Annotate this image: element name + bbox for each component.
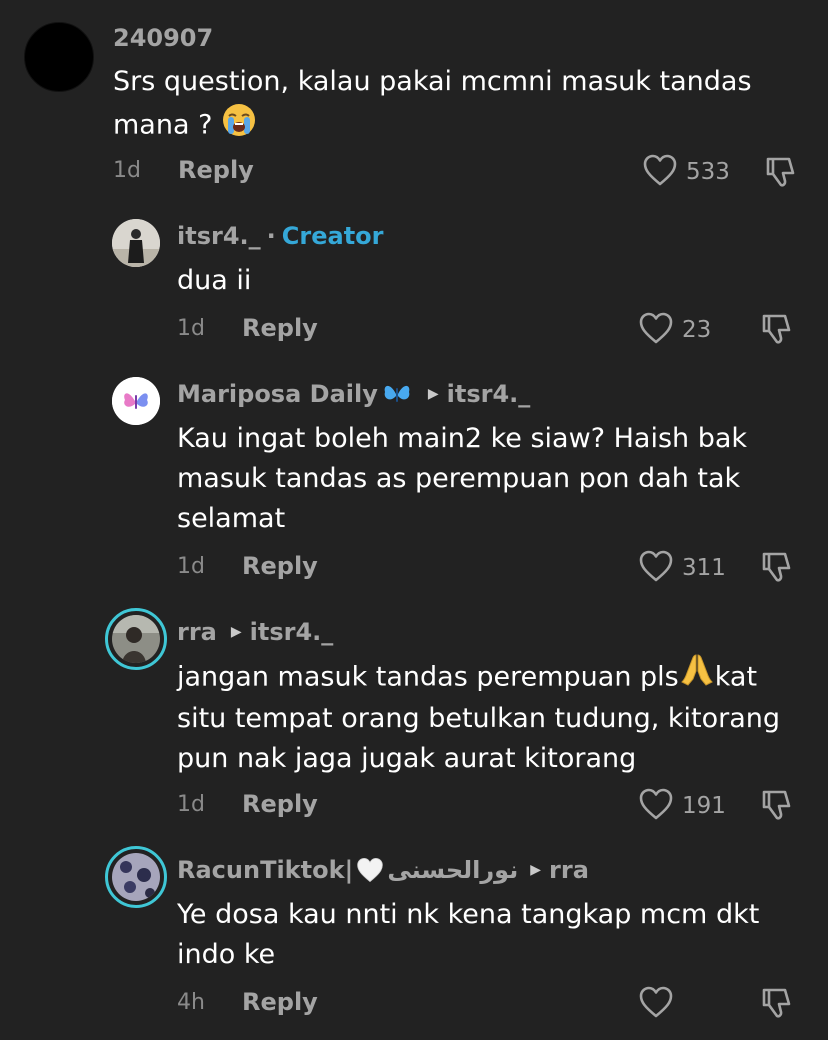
reply-arrow-icon: ▶ <box>530 862 542 878</box>
avatar-image <box>112 853 160 901</box>
reply-arrow-icon: ▶ <box>427 386 439 402</box>
reply-button[interactable]: Reply <box>242 552 318 580</box>
comment-text: Ye dosa kau nnti nk kena tangkap mcm dkt… <box>177 895 759 975</box>
comment-text-line: jangan masuk tandas perempuan pls kat <box>177 654 780 699</box>
comment-text: Srs question, kalau pakai mcmni masuk ta… <box>113 62 752 150</box>
like-button[interactable]: 191 <box>638 787 726 825</box>
username-link[interactable]: itsr4._ <box>177 222 261 250</box>
comment-username[interactable]: 240907 <box>113 24 213 52</box>
separator: · <box>266 222 276 250</box>
comment-age: 1d <box>177 316 205 341</box>
comment-text-line: Kau ingat boleh main2 ke siaw? Haish bak <box>177 423 748 454</box>
thumbs-down-icon <box>762 157 798 194</box>
reply-to-username[interactable]: itsr4._ <box>447 380 531 408</box>
reply-button[interactable]: Reply <box>242 790 318 818</box>
dislike-button[interactable] <box>758 787 794 827</box>
reply-button[interactable]: Reply <box>242 314 318 342</box>
comment-username: rra ▶ itsr4._ <box>177 618 333 646</box>
comment-text-line: indo ke <box>177 939 276 970</box>
comment-username: RacunTiktok| نورالحسنى ▶ rra <box>177 856 589 884</box>
reply-to-username[interactable]: rra <box>549 856 589 884</box>
heart-icon <box>638 311 674 349</box>
avatar-image <box>112 615 160 663</box>
username-arabic[interactable]: نورالحسنى <box>387 856 518 884</box>
heart-icon <box>638 549 674 587</box>
comment-age: 1d <box>177 554 205 579</box>
comment-text-line: situ tempat orang betulkan tudung, kitor… <box>177 703 781 734</box>
avatar[interactable] <box>24 22 94 92</box>
comment-text-fragment: jangan masuk tandas perempuan pls <box>177 661 679 693</box>
butterfly-icon <box>382 381 412 407</box>
dislike-button[interactable] <box>758 549 794 589</box>
username-link[interactable]: rra <box>177 618 217 646</box>
avatar[interactable] <box>105 608 167 670</box>
comment-text-line: Ye dosa kau nnti nk kena tangkap mcm dkt <box>177 899 760 930</box>
comment-text-fragment: mana ? <box>113 109 213 141</box>
creator-badge: Creator <box>281 222 384 250</box>
comment-age: 4h <box>177 990 205 1015</box>
dislike-button[interactable] <box>758 985 794 1025</box>
comment-text-line: selamat <box>177 503 286 534</box>
white-heart-icon <box>355 856 385 884</box>
username-link[interactable]: 240907 <box>113 24 213 52</box>
thumbs-down-icon <box>758 314 794 351</box>
like-button[interactable] <box>638 985 682 1023</box>
username-link[interactable]: Mariposa Daily <box>177 380 378 408</box>
dislike-button[interactable] <box>758 311 794 351</box>
thumbs-down-icon <box>758 552 794 589</box>
folded-hands-icon <box>679 651 715 699</box>
comment-text-line: mana ? <box>113 102 752 150</box>
avatar[interactable] <box>112 219 160 267</box>
like-button[interactable]: 533 <box>642 153 730 191</box>
comment-text-line: pun nak jaga jugak aurat kitorang <box>177 743 637 774</box>
comment-text-line: Srs question, kalau pakai mcmni masuk ta… <box>113 66 752 97</box>
reply-to-username[interactable]: itsr4._ <box>250 618 334 646</box>
reply-arrow-icon: ▶ <box>230 624 242 640</box>
reply-button[interactable]: Reply <box>178 156 254 184</box>
like-button[interactable]: 311 <box>638 549 726 587</box>
thumbs-down-icon <box>758 988 794 1025</box>
like-count: 533 <box>686 159 730 185</box>
like-count: 191 <box>682 793 726 819</box>
comment-username: Mariposa Daily ▶ itsr4._ <box>177 380 530 408</box>
comment-text: jangan masuk tandas perempuan pls kat si… <box>177 654 781 779</box>
loudly-crying-face-icon <box>221 102 257 150</box>
heart-icon <box>638 787 674 825</box>
comment-text: dua ii <box>177 265 252 296</box>
comment-age: 1d <box>113 158 141 183</box>
like-button[interactable]: 23 <box>638 311 711 349</box>
like-count: 23 <box>682 317 712 343</box>
comment-username: itsr4._ · Creator <box>177 222 383 250</box>
heart-icon <box>638 985 674 1023</box>
avatar[interactable] <box>112 377 160 425</box>
comment-age: 1d <box>177 792 205 817</box>
avatar[interactable] <box>105 846 167 908</box>
heart-icon <box>642 153 678 191</box>
comment-text: Kau ingat boleh main2 ke siaw? Haish bak… <box>177 419 747 539</box>
reply-button[interactable]: Reply <box>242 988 318 1016</box>
like-count: 311 <box>682 555 726 581</box>
thumbs-down-icon <box>758 790 794 827</box>
comment-text-line: masuk tandas as perempuan pon dah tak <box>177 463 741 494</box>
dislike-button[interactable] <box>762 154 798 194</box>
comment-text-fragment: kat <box>714 661 758 693</box>
username-link[interactable]: RacunTiktok| <box>177 856 353 884</box>
